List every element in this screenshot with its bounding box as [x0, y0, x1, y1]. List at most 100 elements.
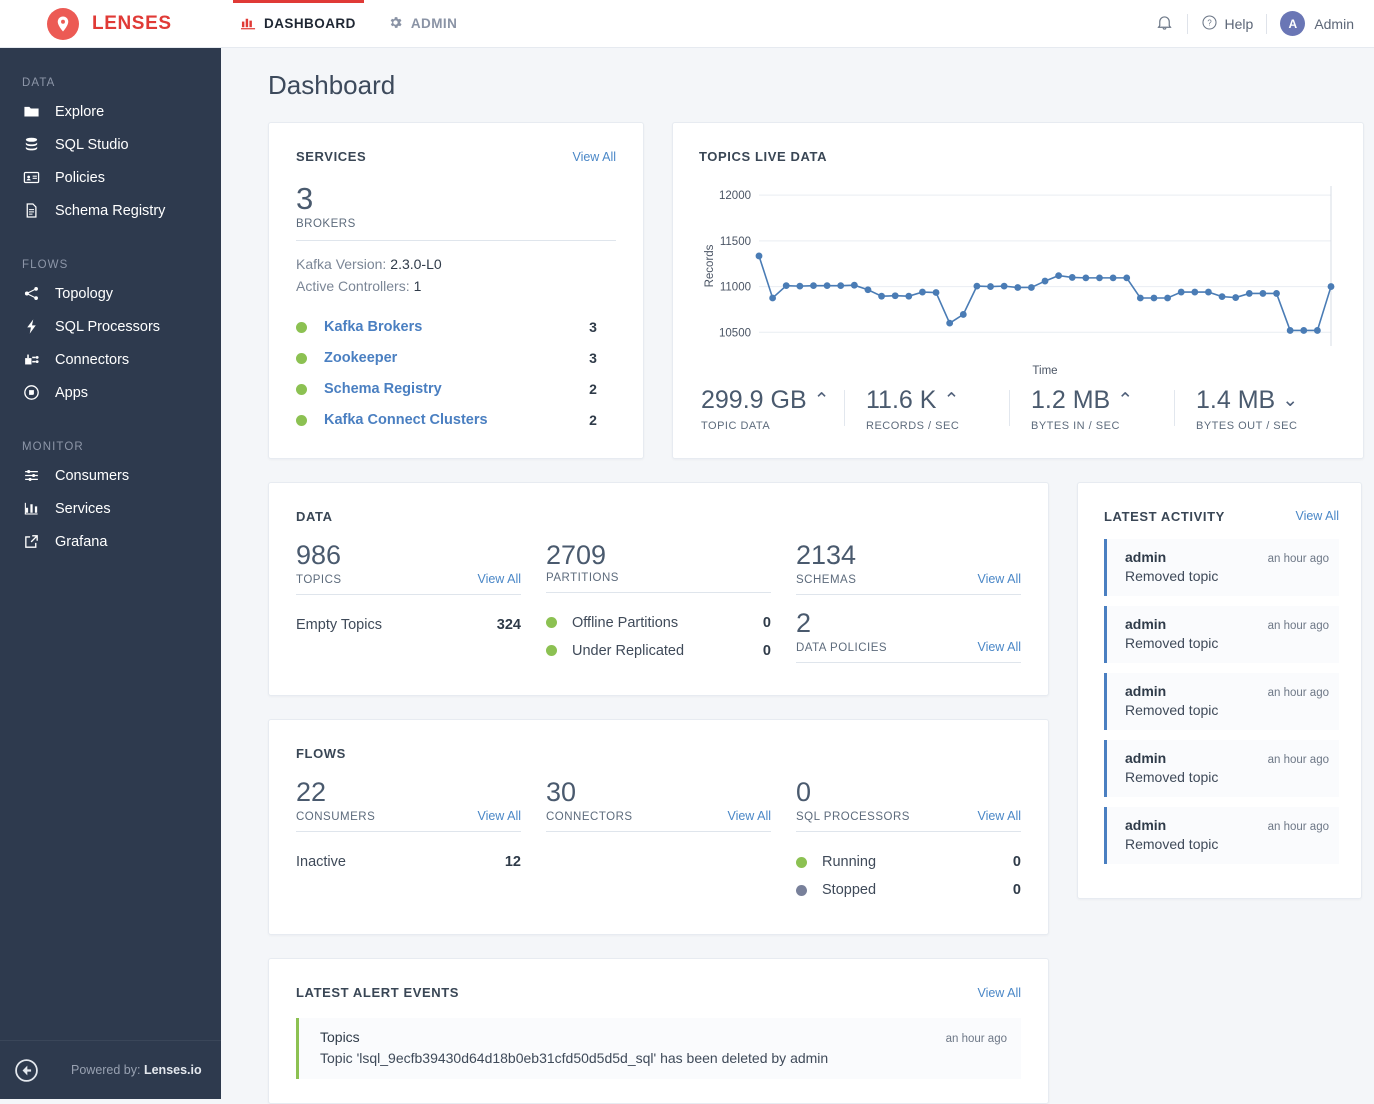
- activity-time: an hour ago: [1267, 686, 1329, 699]
- svg-text:Records: Records: [704, 244, 716, 287]
- services-title: SERVICES: [296, 149, 367, 164]
- service-name[interactable]: Kafka Brokers: [324, 319, 422, 335]
- list-item[interactable]: Schema Registry 2: [296, 374, 616, 405]
- external-link-icon: [22, 532, 41, 551]
- help-button[interactable]: ? Help: [1201, 14, 1253, 34]
- partitions-count: 2709: [546, 539, 607, 570]
- svg-text:10500: 10500: [719, 327, 751, 339]
- list-item[interactable]: admin an hour ago Removed topic: [1104, 672, 1339, 730]
- schemas-caption: SCHEMAS: [796, 573, 857, 586]
- collapse-left-arrow-icon[interactable]: [14, 1058, 39, 1083]
- sidebar-item-topology[interactable]: Topology: [0, 277, 221, 310]
- sql-processors-count: 0: [796, 776, 812, 807]
- powered-by: Powered by: Lenses.io: [71, 1063, 202, 1077]
- sidebar-item-policies[interactable]: Policies: [0, 161, 221, 194]
- metric-caption: BYTES IN / SEC: [1031, 420, 1120, 432]
- status-dot-icon: [296, 352, 307, 364]
- sidebar-item-consumers[interactable]: Consumers: [0, 459, 221, 492]
- consumers-caption: CONSUMERS: [296, 811, 376, 824]
- sidebar-item-services[interactable]: Services: [0, 492, 221, 525]
- alerts-card-header: LATEST ALERT EVENTS View All: [296, 985, 1021, 1000]
- sidebar-item-sql-processors[interactable]: SQL Processors: [0, 310, 221, 343]
- divider: [296, 831, 521, 833]
- policies-view-all[interactable]: View All: [977, 640, 1021, 654]
- service-count: 3: [589, 350, 597, 367]
- under-replicated-label: Under Replicated: [572, 642, 685, 659]
- consumers-view-all[interactable]: View All: [477, 809, 521, 823]
- list-item[interactable]: Zookeeper 3: [296, 343, 616, 374]
- data-card-columns: 986 TOPICS View All Empty Topics 324 270…: [296, 539, 1021, 665]
- gear-icon: [388, 15, 403, 33]
- connector-icon: [22, 350, 41, 369]
- svg-text:11000: 11000: [720, 282, 751, 294]
- list-item[interactable]: Kafka Connect Clusters 2: [296, 405, 616, 436]
- schemas-view-all[interactable]: View All: [977, 572, 1021, 586]
- service-name[interactable]: Schema Registry: [324, 381, 442, 397]
- service-name[interactable]: Zookeeper: [324, 350, 397, 366]
- inactive-label: Inactive: [296, 854, 346, 871]
- activity-view-all[interactable]: View All: [1295, 509, 1339, 523]
- list-item[interactable]: admin an hour ago Removed topic: [1104, 538, 1339, 596]
- row-middle: DATA 986 TOPICS View All Empty Topics 32…: [268, 481, 1365, 1104]
- svg-text:?: ?: [1207, 18, 1212, 27]
- service-name[interactable]: Kafka Connect Clusters: [324, 412, 488, 428]
- topics-view-all[interactable]: View All: [477, 572, 521, 586]
- list-item[interactable]: Kafka Brokers 3: [296, 312, 616, 343]
- sql-processors-view-all[interactable]: View All: [977, 809, 1021, 823]
- user-label: Admin: [1314, 15, 1354, 32]
- metric-topic-data: 299.9 GB ⌃ TOPIC DATA: [699, 386, 844, 432]
- flows-card: FLOWS 22 CONSUMERS View All Inactive 12 …: [268, 718, 1049, 936]
- sidebar-item-sql-studio[interactable]: SQL Studio: [0, 128, 221, 161]
- activity-time: an hour ago: [1267, 753, 1329, 766]
- divider: [1186, 13, 1188, 34]
- sidebar-item-grafana[interactable]: Grafana: [0, 525, 221, 558]
- services-view-all[interactable]: View All: [572, 150, 616, 164]
- sidebar-item-apps[interactable]: Apps: [0, 376, 221, 409]
- under-replicated-value: 0: [762, 642, 771, 659]
- list-item[interactable]: admin an hour ago Removed topic: [1104, 739, 1339, 797]
- empty-topics-value: 324: [496, 616, 521, 633]
- offline-partitions-row: Offline Partitions 0: [546, 609, 771, 637]
- sidebar-item-label: Schema Registry: [55, 202, 166, 219]
- top-right-actions: ? Help A Admin: [1155, 11, 1374, 36]
- activity-list: admin an hour ago Removed topic admin an…: [1104, 538, 1339, 864]
- sidebar-footer: Powered by: Lenses.io: [0, 1040, 221, 1099]
- bar-chart-icon: [241, 15, 256, 33]
- list-item[interactable]: admin an hour ago Removed topic: [1104, 806, 1339, 864]
- sidebar-item-label: Policies: [55, 169, 105, 186]
- service-count: 2: [589, 412, 597, 429]
- stopped-value: 0: [1012, 882, 1021, 899]
- alerts-view-all[interactable]: View All: [977, 986, 1021, 1000]
- sidebar-group-data-label: DATA: [22, 77, 56, 89]
- row-top: SERVICES View All 3 BROKERS Kafka Versio…: [268, 122, 1365, 459]
- sidebar-group-monitor-label: MONITOR: [22, 441, 84, 453]
- question-circle-icon: ?: [1201, 14, 1218, 34]
- sidebar-item-label: Consumers: [55, 467, 130, 484]
- sidebar-item-label: Connectors: [55, 351, 130, 368]
- sidebar-item-schema-registry[interactable]: Schema Registry: [0, 194, 221, 227]
- data-col-schemas: 2134 SCHEMAS View All 2 DATA POLICIES Vi…: [796, 540, 1021, 665]
- sidebar-item-explore[interactable]: Explore: [0, 95, 221, 128]
- connectors-view-all[interactable]: View All: [727, 809, 771, 823]
- divider: [796, 593, 1021, 595]
- top-bar: LENSES DASHBOARD ADMIN ? Help A Admin: [0, 0, 1374, 48]
- brand[interactable]: LENSES: [0, 7, 225, 40]
- list-item[interactable]: Topics an hour ago Topic 'lsql_9ecfb3943…: [296, 1018, 1021, 1080]
- status-dot-icon: [546, 617, 557, 629]
- sidebar-group-flows-label: FLOWS: [22, 259, 69, 271]
- metric-value: 299.9 GB: [701, 386, 807, 414]
- list-item[interactable]: admin an hour ago Removed topic: [1104, 605, 1339, 663]
- status-dot-icon: [796, 856, 807, 868]
- empty-topics-label: Empty Topics: [296, 616, 382, 633]
- sidebar-item-connectors[interactable]: Connectors: [0, 343, 221, 376]
- sidebar-item-label: Topology: [55, 285, 114, 302]
- left-column: DATA 986 TOPICS View All Empty Topics 32…: [268, 481, 1049, 1104]
- tab-dashboard[interactable]: DASHBOARD: [225, 0, 372, 48]
- tab-admin[interactable]: ADMIN: [372, 0, 474, 48]
- flows-col-connectors: 30 CONNECTORS View All: [546, 778, 771, 904]
- service-count: 3: [589, 319, 597, 336]
- policies-count: 2: [796, 607, 812, 638]
- bell-icon[interactable]: [1155, 13, 1174, 35]
- user-menu[interactable]: A Admin: [1280, 11, 1354, 36]
- stopped-row: Stopped 0: [796, 876, 1021, 904]
